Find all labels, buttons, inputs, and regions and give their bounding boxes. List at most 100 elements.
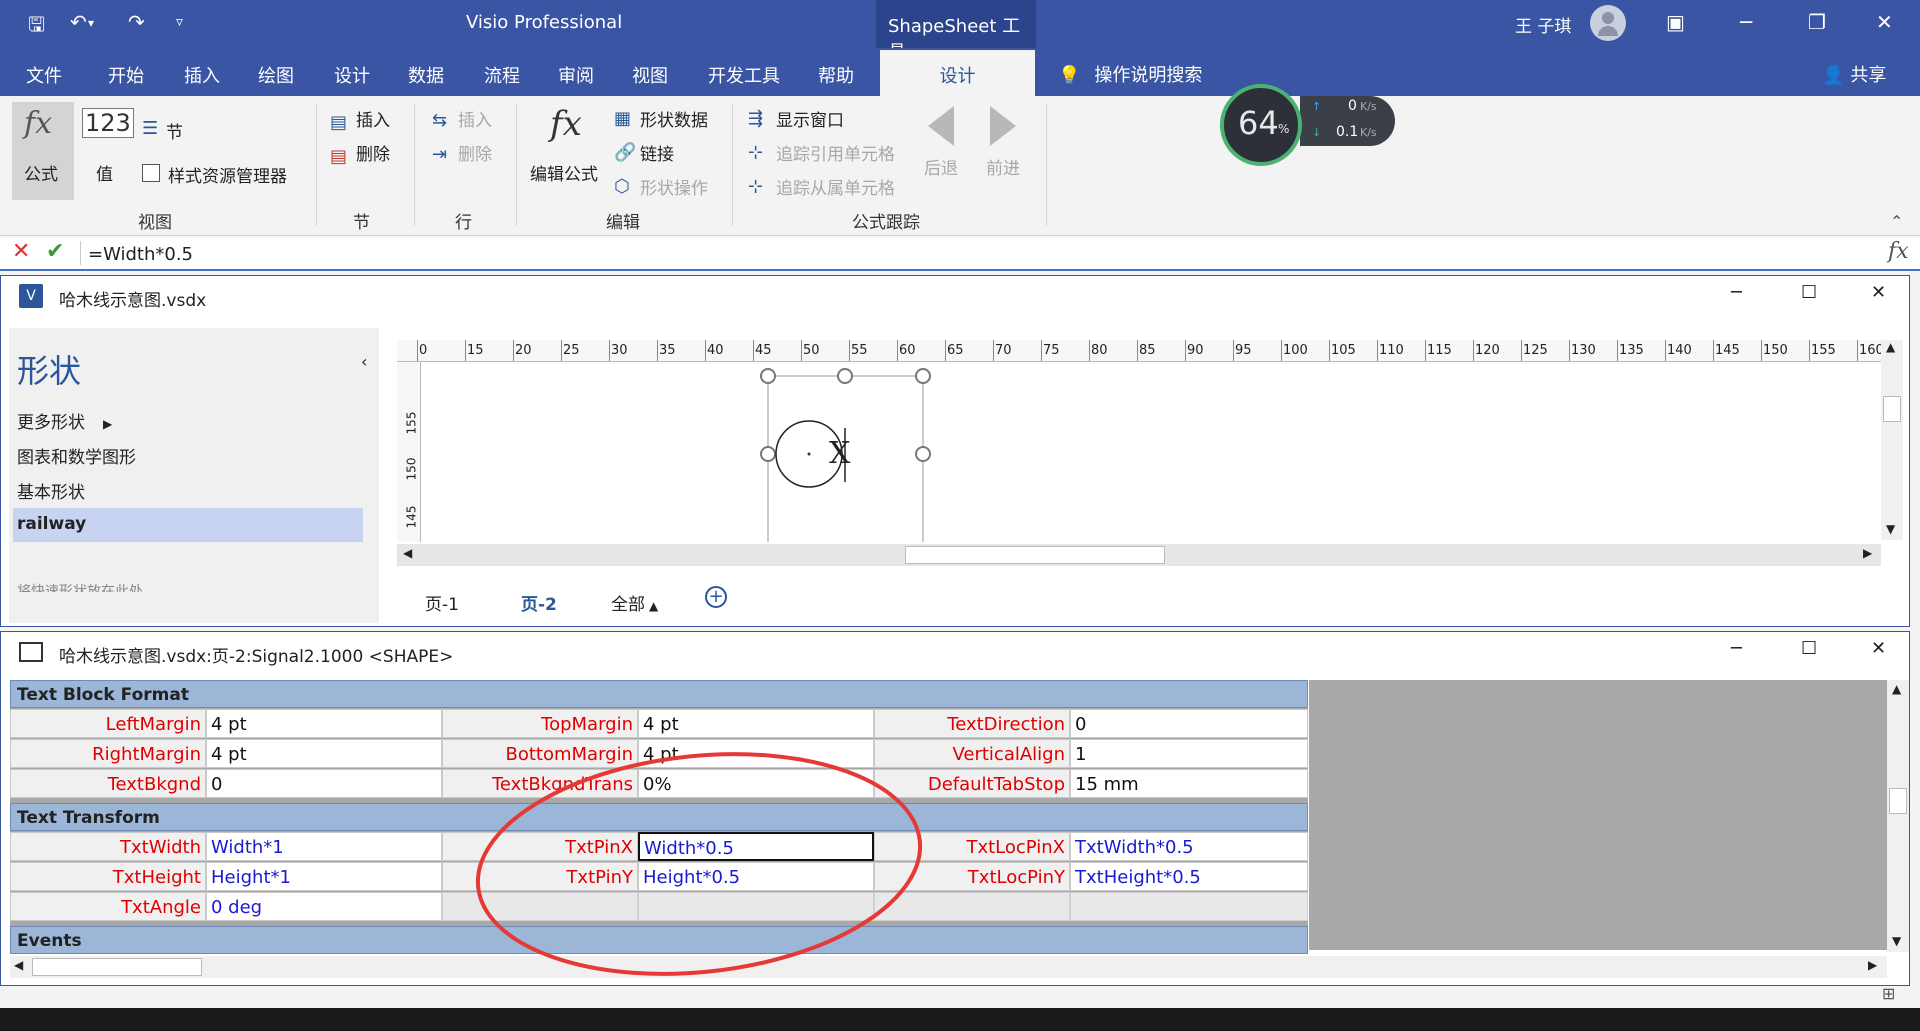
add-page-icon[interactable]: + (705, 586, 727, 608)
horizontal-scrollbar[interactable]: ◀ ▶ (397, 544, 1881, 566)
tab-view[interactable]: 视图 (632, 62, 668, 88)
cell-value[interactable]: 0 deg (206, 892, 442, 921)
save-icon[interactable]: 🖫 (28, 10, 45, 44)
scroll-up-icon[interactable]: ▲ (1892, 682, 1901, 696)
back-button[interactable]: 后退 (924, 154, 958, 179)
ruler-tick (561, 340, 562, 361)
redo-icon[interactable]: ↷ (128, 10, 145, 34)
insert-section-button[interactable]: 插入 (356, 106, 390, 131)
horizontal-scrollbar[interactable]: ◀ ▶ (10, 956, 1887, 978)
formula-view-button[interactable]: fx 公式 (12, 102, 74, 200)
tab-review[interactable]: 审阅 (558, 62, 594, 88)
trace-precedents-button[interactable]: 追踪引用单元格 (776, 140, 895, 165)
cell-value[interactable]: Width*1 (206, 832, 442, 861)
cell-value[interactable]: 4 pt (206, 709, 442, 738)
minimize-icon[interactable]: ─ (1731, 638, 1742, 659)
cell-value[interactable]: 4 pt (638, 709, 874, 738)
scroll-right-icon[interactable]: ▶ (1863, 546, 1872, 560)
cell-value[interactable]: 1 (1070, 739, 1308, 768)
formula-input[interactable]: =Width*0.5 (88, 244, 193, 265)
shape-item-charts[interactable]: 图表和数学图形 (17, 443, 136, 468)
cell-name: TxtHeight (10, 862, 206, 891)
close-icon[interactable]: ✕ (1876, 10, 1893, 34)
cell-value[interactable]: TxtWidth*0.5 (1070, 832, 1308, 861)
fx-icon[interactable]: fx (1888, 239, 1909, 264)
tab-design[interactable]: 设计 (334, 62, 370, 88)
collapse-ribbon-icon[interactable]: ⌃ (1890, 212, 1903, 231)
delete-row-button[interactable]: 删除 (458, 140, 492, 165)
scroll-right-icon[interactable]: ▶ (1868, 958, 1877, 972)
tab-file[interactable]: 文件 (26, 62, 62, 88)
avatar[interactable] (1590, 5, 1626, 41)
scroll-thumb[interactable] (1883, 396, 1901, 422)
scroll-down-icon[interactable]: ▼ (1886, 522, 1895, 536)
scroll-thumb[interactable] (1889, 788, 1907, 814)
cell-value[interactable]: Height*1 (206, 862, 442, 891)
value-view-button[interactable]: 123 值 (82, 102, 134, 200)
cell-value[interactable]: TxtHeight*0.5 (1070, 862, 1308, 891)
user-name[interactable]: 王 子琪 (1515, 12, 1571, 37)
shape-item-more-shapes[interactable]: 更多形状 ▶ (17, 408, 112, 433)
shapes-pane: 形状 ‹ 更多形状 ▶ 图表和数学图形 基本形状 railway 将快速形状放在此… (9, 328, 379, 623)
scroll-up-icon[interactable]: ▲ (1886, 340, 1895, 354)
tell-me-search[interactable]: 💡 操作说明搜索 (1058, 61, 1202, 87)
links-button[interactable]: 链接 (640, 140, 674, 165)
cell-value[interactable]: 0 (206, 769, 442, 798)
cell-value[interactable] (1070, 892, 1308, 921)
insert-row-button[interactable]: 插入 (458, 106, 492, 131)
scroll-left-icon[interactable]: ◀ (403, 546, 412, 560)
undo-icon[interactable]: ↶ (70, 10, 87, 34)
style-manager-checkbox[interactable] (142, 164, 160, 182)
tab-help[interactable]: 帮助 (818, 62, 854, 88)
section-header[interactable]: Text Block Format (10, 680, 1308, 708)
close-icon[interactable]: ✕ (1871, 638, 1886, 659)
tab-home[interactable]: 开始 (108, 62, 144, 88)
scroll-thumb[interactable] (905, 546, 1165, 564)
tab-insert[interactable]: 插入 (184, 62, 220, 88)
shape-item-basic[interactable]: 基本形状 (17, 478, 85, 503)
back-arrow-icon[interactable] (928, 106, 954, 146)
tab-developer[interactable]: 开发工具 (708, 62, 780, 88)
page-tab-1[interactable]: 页-1 (425, 590, 459, 615)
trace-dependents-button[interactable]: 追踪从属单元格 (776, 174, 895, 199)
shape-item-railway[interactable]: railway (13, 508, 363, 542)
fit-page-icon[interactable]: ⊞ (1882, 984, 1895, 1003)
close-icon[interactable]: ✕ (1871, 282, 1886, 303)
share-button[interactable]: 👤 共享 (1822, 61, 1886, 87)
scroll-down-icon[interactable]: ▼ (1892, 934, 1901, 948)
cell-value[interactable]: 0 (1070, 709, 1308, 738)
restore-icon[interactable]: ❐ (1808, 10, 1826, 34)
scroll-left-icon[interactable]: ◀ (14, 958, 23, 972)
scroll-thumb[interactable] (32, 958, 202, 976)
show-window-button[interactable]: 显示窗口 (776, 106, 844, 131)
shape-operations-button[interactable]: 形状操作 (640, 174, 708, 199)
page-tab-2[interactable]: 页-2 (521, 590, 557, 615)
edit-formula-button[interactable]: fx 编辑公式 (528, 102, 608, 200)
minimize-icon[interactable]: ─ (1731, 282, 1742, 303)
customize-qat-icon[interactable]: ▿ (176, 14, 183, 30)
tab-process[interactable]: 流程 (484, 62, 520, 88)
drawing-canvas[interactable]: X (421, 362, 1881, 542)
ribbon-display-options-icon[interactable]: ▣ (1666, 10, 1685, 34)
cancel-formula-icon[interactable]: ✕ (12, 239, 30, 264)
cell-value[interactable]: 15 mm (1070, 769, 1308, 798)
vertical-scrollbar[interactable]: ▲ ▼ (1887, 680, 1909, 952)
tab-shapesheet-design[interactable]: 设计 (880, 50, 1035, 96)
delete-section-button[interactable]: 删除 (356, 140, 390, 165)
collapse-pane-icon[interactable]: ‹ (361, 352, 367, 371)
accept-formula-icon[interactable]: ✔ (46, 239, 64, 264)
all-pages-menu[interactable]: 全部 ▲ (611, 590, 658, 615)
shape-data-button[interactable]: 形状数据 (640, 106, 708, 131)
cell-value[interactable]: 4 pt (206, 739, 442, 768)
forward-arrow-icon[interactable] (990, 106, 1016, 146)
tab-draw[interactable]: 绘图 (258, 62, 294, 88)
maximize-icon[interactable]: ☐ (1801, 282, 1817, 303)
undo-dropdown-icon[interactable]: ▾ (88, 16, 94, 30)
maximize-icon[interactable]: ☐ (1801, 638, 1817, 659)
selected-shape[interactable] (421, 362, 1881, 542)
tab-data[interactable]: 数据 (408, 62, 444, 88)
section-view-button[interactable]: 节 (166, 118, 183, 143)
forward-button[interactable]: 前进 (986, 154, 1020, 179)
minimize-icon[interactable]: ─ (1740, 10, 1752, 34)
vertical-scrollbar[interactable]: ▲ ▼ (1881, 340, 1903, 540)
